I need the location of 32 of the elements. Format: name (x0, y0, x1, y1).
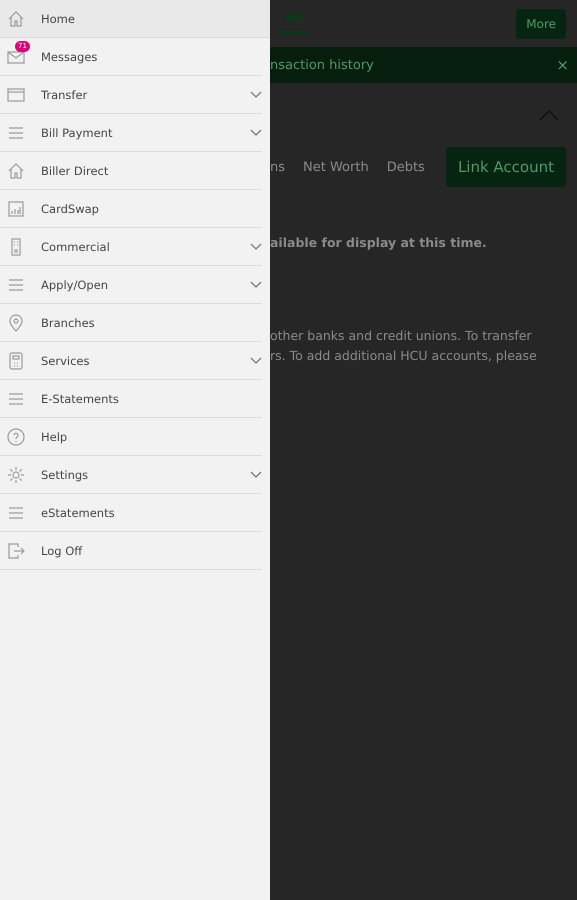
bar-chart-icon (6, 198, 26, 218)
menu-label: eStatements (41, 506, 116, 520)
chevron-up-icon[interactable] (539, 109, 559, 121)
menu-label: Branches (41, 316, 96, 330)
menu-label: Log Off (41, 544, 84, 558)
menu-label: Home (41, 12, 76, 26)
banner-text: nsaction history (270, 58, 374, 72)
help-icon (6, 426, 26, 446)
tab[interactable]: Net Worth (303, 160, 377, 174)
info-paragraph: other banks and credit unions. To transfer rs. To add additional HCU accounts, please (270, 327, 538, 365)
menu-label: E-Statements (41, 392, 120, 406)
menu-label: Transfer (41, 88, 88, 102)
tab[interactable]: ns (270, 160, 294, 174)
home-icon (6, 8, 26, 28)
menu-label: Apply/Open (41, 278, 110, 292)
menu-item[interactable]: Home (0, 0, 270, 38)
more-button[interactable]: More (516, 8, 566, 38)
link-account-button[interactable]: Link Account (446, 147, 566, 187)
tab[interactable]: Debts (386, 160, 433, 174)
menu-label: Help (41, 430, 68, 444)
logout-icon (6, 540, 26, 560)
notice-text: ailable for display at this time. (270, 235, 488, 250)
menu-label: CardSwap (41, 202, 100, 216)
home-icon (6, 160, 26, 180)
settings-icon (6, 464, 26, 484)
menu-label: Messages (41, 50, 98, 64)
menu-label: Bill Payment (41, 126, 114, 140)
close-button[interactable]: × (556, 56, 569, 74)
menu-label: Settings (41, 468, 90, 482)
menu-label: Commercial (41, 240, 111, 254)
menu-label: Biller Direct (41, 164, 110, 178)
menu-label: Services (41, 354, 90, 368)
